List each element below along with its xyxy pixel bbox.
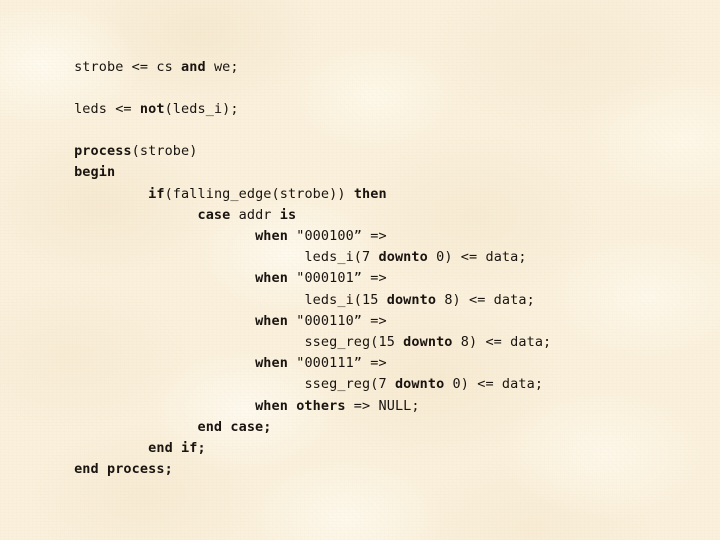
vhdl-code-block: strobe <= cs and we; leds <= not(leds_i)… — [0, 57, 720, 481]
vhdl-identifier: "000100” => — [287, 228, 387, 244]
vhdl-keyword: when — [255, 312, 288, 329]
vhdl-keyword: begin — [74, 164, 116, 181]
vhdl-identifier: "000110” => — [287, 312, 387, 329]
line-strobe-assign: strobe <= cs and we; — [0, 57, 720, 78]
line-leds-i-15-downto-8: leds_i(15 downto 8) <= data; — [0, 290, 720, 311]
vhdl-keyword: when — [255, 228, 288, 244]
vhdl-keyword: not — [139, 100, 165, 117]
vhdl-identifier: "000111” => — [287, 355, 387, 372]
line-blank-2 — [0, 120, 720, 141]
vhdl-identifier: (falling_edge(strobe)) — [164, 185, 354, 202]
vhdl-identifier: 0) <= data; — [444, 376, 544, 393]
vhdl-identifier: 0) <= data; — [427, 249, 527, 266]
line-when-others: when others => NULL; — [0, 396, 720, 417]
vhdl-identifier: "000101” => — [287, 270, 387, 287]
vhdl-keyword: case — [197, 206, 231, 223]
vhdl-keyword: downto — [394, 376, 445, 393]
vhdl-identifier: strobe <= cs — [74, 58, 182, 75]
vhdl-identifier: sseg_reg(15 — [304, 333, 404, 350]
vhdl-keyword: end if; — [148, 439, 206, 456]
vhdl-identifier: leds_i(15 — [304, 291, 387, 308]
vhdl-keyword: downto — [386, 291, 437, 308]
vhdl-keyword: when — [255, 355, 288, 372]
vhdl-keyword: downto — [403, 333, 453, 350]
vhdl-keyword: end case; — [197, 418, 272, 435]
vhdl-keyword: process — [74, 143, 132, 160]
line-sseg-reg-15-downto-8: sseg_reg(15 downto 8) <= data; — [0, 332, 720, 353]
vhdl-identifier: 8) <= data; — [436, 291, 535, 308]
vhdl-identifier: leds <= — [74, 100, 140, 117]
vhdl-identifier: (strobe) — [131, 143, 198, 160]
line-leds-i-7-downto-0: leds_i(7 downto 0) <= data; — [0, 247, 720, 268]
line-when-000101: when "000101” => — [0, 268, 720, 289]
vhdl-identifier: sseg_reg(7 — [304, 376, 395, 393]
line-leds-assign: leds <= not(leds_i); — [0, 99, 720, 120]
line-end-process: end process; — [0, 459, 720, 480]
vhdl-keyword: if — [148, 185, 165, 202]
vhdl-keyword: then — [353, 185, 387, 202]
line-end-if: end if; — [0, 438, 720, 459]
line-blank-1 — [0, 78, 720, 99]
vhdl-keyword: and — [181, 58, 206, 75]
vhdl-identifier: (leds_i); — [164, 100, 239, 117]
line-begin: begin — [0, 162, 720, 183]
vhdl-keyword: is — [279, 206, 297, 223]
vhdl-keyword: end process; — [74, 461, 173, 478]
line-when-000110: when "000110” => — [0, 311, 720, 332]
vhdl-keyword: when — [255, 270, 288, 287]
line-process-header: process(strobe) — [0, 141, 720, 162]
vhdl-keyword: when others — [255, 397, 346, 414]
vhdl-identifier: leds_i(7 — [304, 249, 379, 266]
line-sseg-reg-7-downto-0: sseg_reg(7 downto 0) <= data; — [0, 374, 720, 395]
line-case-addr: case addr is — [0, 205, 720, 226]
vhdl-keyword: downto — [378, 249, 428, 266]
vhdl-identifier: we; — [205, 58, 239, 75]
vhdl-identifier: 8) <= data; — [452, 333, 552, 350]
line-when-000111: when "000111” => — [0, 353, 720, 374]
line-if-falling-edge: if(falling_edge(strobe)) then — [0, 184, 720, 205]
line-when-000100: when "000100” => — [0, 226, 720, 247]
vhdl-identifier: => NULL; — [345, 397, 420, 414]
slide-canvas: strobe <= cs and we; leds <= not(leds_i)… — [0, 0, 720, 540]
line-end-case: end case; — [0, 417, 720, 438]
vhdl-identifier: addr — [230, 206, 280, 223]
